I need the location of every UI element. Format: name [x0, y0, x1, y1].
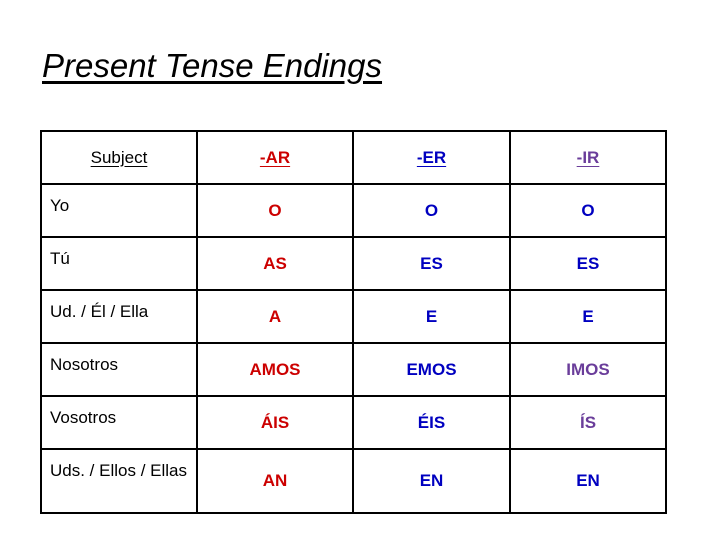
- column-header-ar: -AR: [259, 147, 291, 167]
- ending-er: O: [424, 200, 439, 220]
- ending-cell-ir: ÍS: [509, 395, 667, 450]
- subject-cell: Uds. / Ellos / Ellas: [40, 448, 198, 514]
- subject-label: Uds. / Ellos / Ellas: [50, 461, 187, 480]
- header-cell-er: -ER: [352, 130, 511, 185]
- ending-ar: AN: [262, 471, 288, 490]
- ending-cell-ir: EN: [509, 448, 667, 514]
- slide-canvas: Present Tense Endings Subject -AR -ER -I…: [0, 0, 720, 540]
- ending-ir: IMOS: [566, 359, 610, 379]
- column-header-ir: -IR: [576, 147, 600, 167]
- ending-cell-er: EN: [352, 448, 511, 514]
- ending-cell-ar: A: [196, 289, 354, 344]
- subject-cell: Nosotros: [40, 342, 198, 397]
- ending-ir: EN: [576, 471, 600, 490]
- ending-cell-er: ÉIS: [352, 395, 511, 450]
- ending-cell-ar: AN: [196, 448, 354, 514]
- column-header-er: -ER: [416, 147, 447, 167]
- ending-cell-ar: ÁIS: [196, 395, 354, 450]
- column-header-subject: Subject: [90, 147, 148, 167]
- ending-ar: ÁIS: [260, 412, 290, 432]
- ending-er: ÉIS: [417, 412, 446, 432]
- ending-cell-er: EMOS: [352, 342, 511, 397]
- table-row: Nosotros AMOS EMOS IMOS: [40, 342, 667, 397]
- header-cell-ar: -AR: [196, 130, 354, 185]
- table-row: Vosotros ÁIS ÉIS ÍS: [40, 395, 667, 450]
- table-row: Yo O O O: [40, 183, 667, 238]
- header-cell-ir: -IR: [509, 130, 667, 185]
- ending-cell-ar: O: [196, 183, 354, 238]
- ending-cell-ir: IMOS: [509, 342, 667, 397]
- subject-label: Vosotros: [50, 408, 117, 427]
- table-row: Uds. / Ellos / Ellas AN EN EN: [40, 448, 667, 514]
- subject-cell: Yo: [40, 183, 198, 238]
- table-row: Ud. / Él / Ella A E E: [40, 289, 667, 344]
- ending-cell-er: ES: [352, 236, 511, 291]
- ending-cell-ar: AS: [196, 236, 354, 291]
- subject-label: Tú: [50, 249, 70, 268]
- ending-ar: AMOS: [249, 359, 301, 379]
- ending-ir: O: [581, 200, 595, 220]
- header-cell-subject: Subject: [40, 130, 198, 185]
- page-title: Present Tense Endings: [42, 47, 383, 84]
- table-header-row: Subject -AR -ER -IR: [40, 130, 667, 185]
- present-tense-endings-table: Subject -AR -ER -IR Yo O O O Tú AS ES ES…: [40, 130, 667, 514]
- ending-ar: O: [268, 200, 282, 220]
- subject-label: Nosotros: [50, 355, 119, 374]
- ending-er: EN: [419, 471, 444, 490]
- subject-cell: Vosotros: [40, 395, 198, 450]
- ending-cell-ir: O: [509, 183, 667, 238]
- ending-ar: A: [268, 306, 282, 326]
- ending-er: EMOS: [406, 359, 457, 379]
- ending-er: E: [425, 306, 438, 326]
- subject-label: Yo: [50, 196, 70, 215]
- ending-cell-er: E: [352, 289, 511, 344]
- ending-ar: AS: [263, 253, 287, 273]
- ending-er: ES: [420, 253, 443, 273]
- ending-ir: E: [582, 306, 594, 326]
- ending-ir: ES: [576, 253, 600, 273]
- ending-cell-ir: ES: [509, 236, 667, 291]
- table-row: Tú AS ES ES: [40, 236, 667, 291]
- ending-cell-ir: E: [509, 289, 667, 344]
- subject-cell: Ud. / Él / Ella: [40, 289, 198, 344]
- ending-cell-ar: AMOS: [196, 342, 354, 397]
- ending-cell-er: O: [352, 183, 511, 238]
- subject-label: Ud. / Él / Ella: [50, 302, 149, 321]
- subject-cell: Tú: [40, 236, 198, 291]
- ending-ir: ÍS: [579, 412, 597, 432]
